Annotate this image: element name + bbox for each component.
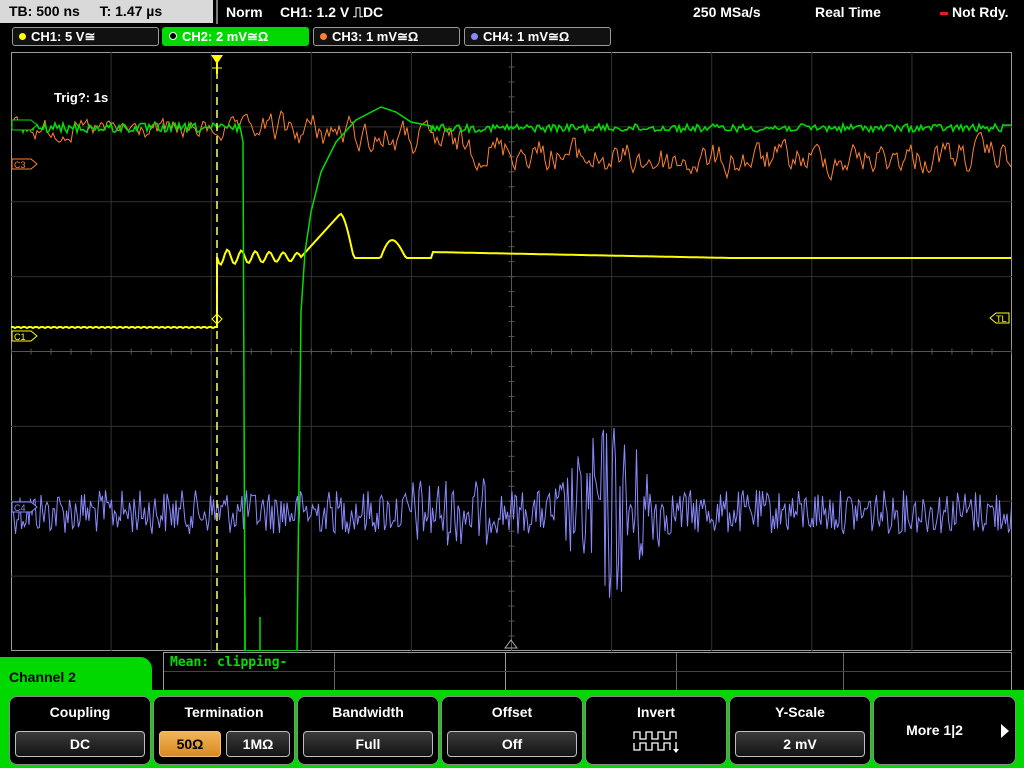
ch4-marker-label: C4 bbox=[14, 503, 26, 513]
termination-1mohm-option[interactable]: 1MΩ bbox=[226, 731, 290, 757]
trigger-info: Trig?: 1s bbox=[54, 90, 108, 105]
bandwidth-value[interactable]: Full bbox=[303, 731, 433, 757]
coupling-title: Coupling bbox=[49, 704, 111, 720]
termination-softkey[interactable]: Termination 50Ω 1MΩ bbox=[153, 696, 295, 765]
realtime-mode: Real Time bbox=[815, 4, 881, 20]
menu-title-tab: Channel 2 bbox=[0, 657, 152, 699]
ch1-label: CH1: 5 V≅ bbox=[31, 29, 96, 44]
trigger-time-value: T: 1.47 µs bbox=[99, 3, 163, 19]
timebase-value: TB: 500 ns bbox=[9, 3, 80, 19]
bandwidth-softkey[interactable]: Bandwidth Full bbox=[297, 696, 439, 765]
offset-title: Offset bbox=[491, 704, 533, 720]
status-bar: TB: 500 ns T: 1.47 µs Norm CH1: 1.2 V ⎍D… bbox=[0, 0, 1024, 24]
ch2-label: CH2: 2 mV≅Ω bbox=[182, 29, 269, 44]
ch1-color-icon bbox=[19, 33, 26, 40]
trigger-level-marker[interactable]: TL bbox=[989, 312, 1010, 324]
ch4-color-icon bbox=[471, 33, 478, 40]
waveform-canvas: Trig?: 1s C3 C1 C4 TL bbox=[11, 52, 1012, 651]
measurement-result: Mean: clipping- bbox=[170, 655, 288, 670]
coupling-value[interactable]: DC bbox=[15, 731, 145, 757]
invert-softkey[interactable]: Invert bbox=[585, 696, 727, 765]
more-label: More 1|2 bbox=[906, 722, 963, 738]
measurement-panel[interactable] bbox=[163, 652, 1012, 691]
coupling-softkey[interactable]: Coupling DC bbox=[9, 696, 151, 765]
ch2-color-icon bbox=[169, 32, 177, 40]
status-indicator bbox=[940, 12, 948, 15]
trigger-source[interactable]: CH1: 1.2 V ⎍DC bbox=[280, 0, 383, 24]
graticule bbox=[11, 52, 1012, 651]
termination-50ohm-option[interactable]: 50Ω bbox=[159, 731, 221, 757]
ch3-color-icon bbox=[320, 33, 327, 40]
bandwidth-title: Bandwidth bbox=[332, 704, 404, 720]
invert-signal-icon bbox=[633, 731, 679, 753]
offset-softkey[interactable]: Offset Off bbox=[441, 696, 583, 765]
more-softkey[interactable]: More 1|2 bbox=[873, 696, 1016, 765]
acquisition-mode[interactable]: Norm bbox=[226, 0, 263, 24]
tab-ch1[interactable]: CH1: 5 V≅ bbox=[12, 27, 159, 46]
trigger-level-label: TL bbox=[996, 314, 1007, 324]
ch1-marker-label: C1 bbox=[14, 332, 26, 342]
invert-title: Invert bbox=[636, 704, 676, 720]
ch1-level-marker[interactable]: C1 bbox=[11, 330, 38, 342]
timebase-box[interactable]: TB: 500 ns T: 1.47 µs bbox=[0, 0, 213, 23]
sample-rate: 250 MSa/s bbox=[693, 4, 761, 20]
ch4-level-marker[interactable]: C4 bbox=[11, 501, 38, 513]
ch3-level-marker[interactable]: C3 bbox=[11, 158, 38, 170]
ch4-label: CH4: 1 mV≅Ω bbox=[483, 29, 570, 44]
ch3-marker-label: C3 bbox=[14, 160, 26, 170]
tab-ch3[interactable]: CH3: 1 mV≅Ω bbox=[313, 27, 460, 46]
arrow-right-icon bbox=[1001, 724, 1009, 738]
menu-title: Channel 2 bbox=[9, 669, 76, 685]
yscale-softkey[interactable]: Y-Scale 2 mV bbox=[729, 696, 871, 765]
yscale-title: Y-Scale bbox=[775, 704, 825, 720]
ch3-label: CH3: 1 mV≅Ω bbox=[332, 29, 419, 44]
ready-state: Not Rdy. bbox=[952, 4, 1009, 20]
ch2-level-marker[interactable] bbox=[11, 119, 38, 131]
termination-title: Termination bbox=[184, 704, 264, 720]
yscale-value[interactable]: 2 mV bbox=[735, 731, 865, 757]
tab-ch4[interactable]: CH4: 1 mV≅Ω bbox=[464, 27, 611, 46]
offset-value[interactable]: Off bbox=[447, 731, 577, 757]
tab-ch2[interactable]: CH2: 2 mV≅Ω bbox=[162, 27, 309, 46]
